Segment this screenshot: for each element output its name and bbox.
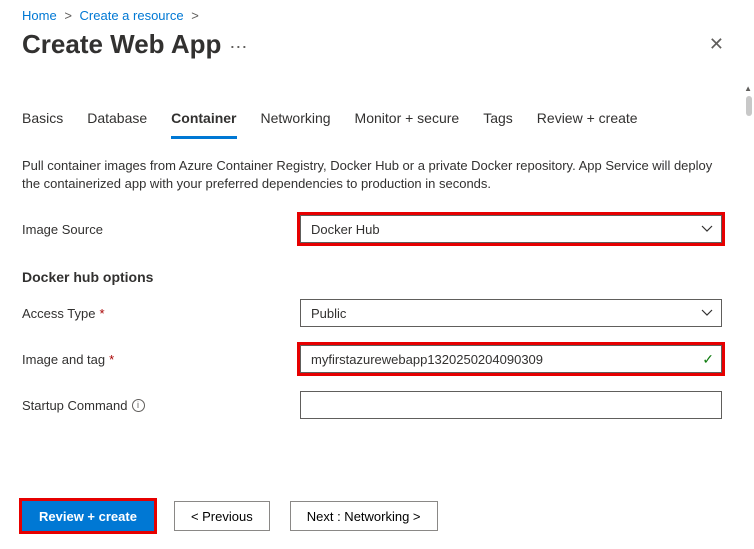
chevron-down-icon	[701, 223, 713, 238]
row-image-source: Image Source Docker Hub	[22, 215, 732, 243]
chevron-down-icon	[701, 307, 713, 322]
wizard-footer: Review + create < Previous Next : Networ…	[0, 485, 754, 549]
tab-container[interactable]: Container	[171, 106, 236, 139]
info-icon[interactable]: i	[132, 399, 145, 412]
access-type-value: Public	[311, 306, 346, 321]
breadcrumb-sep-icon: >	[191, 8, 199, 23]
tabs: Basics Database Container Networking Mon…	[22, 106, 732, 139]
content-area: Basics Database Container Networking Mon…	[0, 92, 754, 474]
label-image-and-tag-text: Image and tag	[22, 352, 105, 367]
required-indicator: *	[99, 306, 104, 321]
tab-database[interactable]: Database	[87, 106, 147, 139]
startup-command-wrapper	[300, 391, 722, 419]
image-and-tag-input[interactable]	[300, 345, 722, 373]
check-icon: ✓	[702, 351, 714, 368]
image-source-select[interactable]: Docker Hub	[300, 215, 722, 243]
close-icon: ✕	[709, 34, 724, 54]
row-startup-command: Startup Command i	[22, 391, 732, 419]
access-type-select[interactable]: Public	[300, 299, 722, 327]
label-access-type-text: Access Type	[22, 306, 95, 321]
more-icon[interactable]: ⋯	[229, 37, 247, 58]
review-create-button[interactable]: Review + create	[22, 501, 154, 531]
next-button[interactable]: Next : Networking >	[290, 501, 438, 531]
tab-tags[interactable]: Tags	[483, 106, 513, 139]
image-and-tag-wrapper: ✓	[300, 345, 722, 373]
tab-review-create[interactable]: Review + create	[537, 106, 638, 139]
label-access-type: Access Type *	[22, 306, 300, 321]
section-docker-hub-options: Docker hub options	[22, 269, 732, 285]
tab-monitor-secure[interactable]: Monitor + secure	[355, 106, 460, 139]
breadcrumb: Home > Create a resource >	[0, 0, 754, 25]
page-title: Create Web App	[22, 29, 221, 60]
label-startup-command-text: Startup Command	[22, 398, 128, 413]
tab-description: Pull container images from Azure Contain…	[22, 157, 722, 193]
row-access-type: Access Type * Public	[22, 299, 732, 327]
label-image-and-tag: Image and tag *	[22, 352, 300, 367]
close-button[interactable]: ✕	[701, 30, 732, 59]
startup-command-input[interactable]	[300, 391, 722, 419]
row-image-and-tag: Image and tag * ✓	[22, 345, 732, 373]
previous-button[interactable]: < Previous	[174, 501, 270, 531]
required-indicator: *	[109, 352, 114, 367]
label-startup-command: Startup Command i	[22, 398, 300, 413]
image-source-value: Docker Hub	[311, 222, 380, 237]
breadcrumb-home[interactable]: Home	[22, 8, 57, 23]
header: Create Web App ⋯ ✕	[0, 25, 754, 60]
breadcrumb-sep-icon: >	[64, 8, 72, 23]
tab-networking[interactable]: Networking	[261, 106, 331, 139]
tab-basics[interactable]: Basics	[22, 106, 63, 139]
breadcrumb-create-resource[interactable]: Create a resource	[80, 8, 184, 23]
label-image-source: Image Source	[22, 222, 300, 237]
